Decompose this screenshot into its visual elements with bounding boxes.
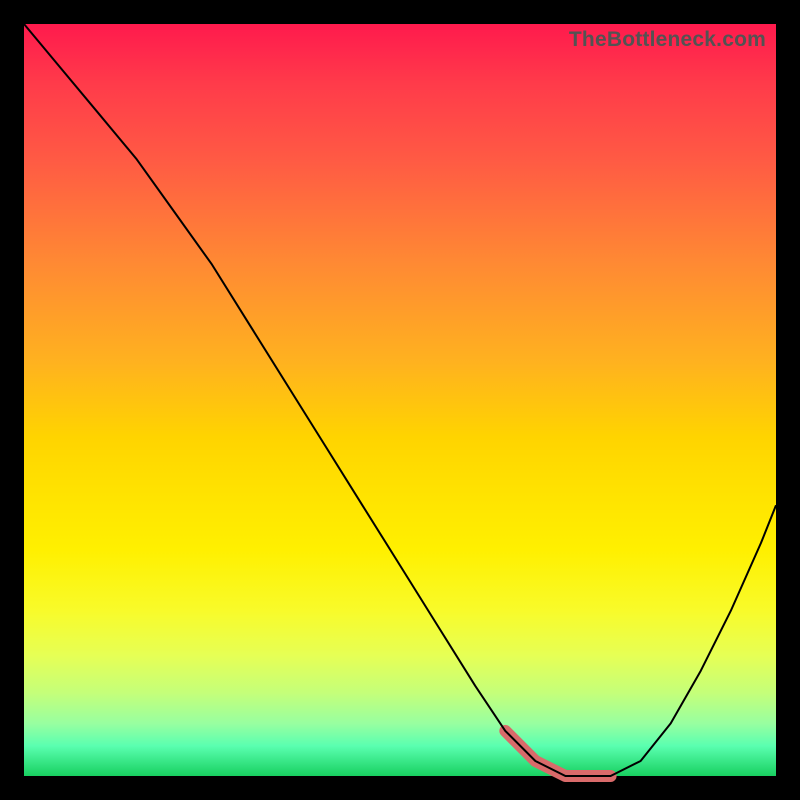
plot-area: TheBottleneck.com [24,24,776,776]
chart-svg [24,24,776,776]
bottleneck-curve-line [24,24,776,776]
chart-frame: TheBottleneck.com [0,0,800,800]
bottleneck-highlight [505,731,610,776]
